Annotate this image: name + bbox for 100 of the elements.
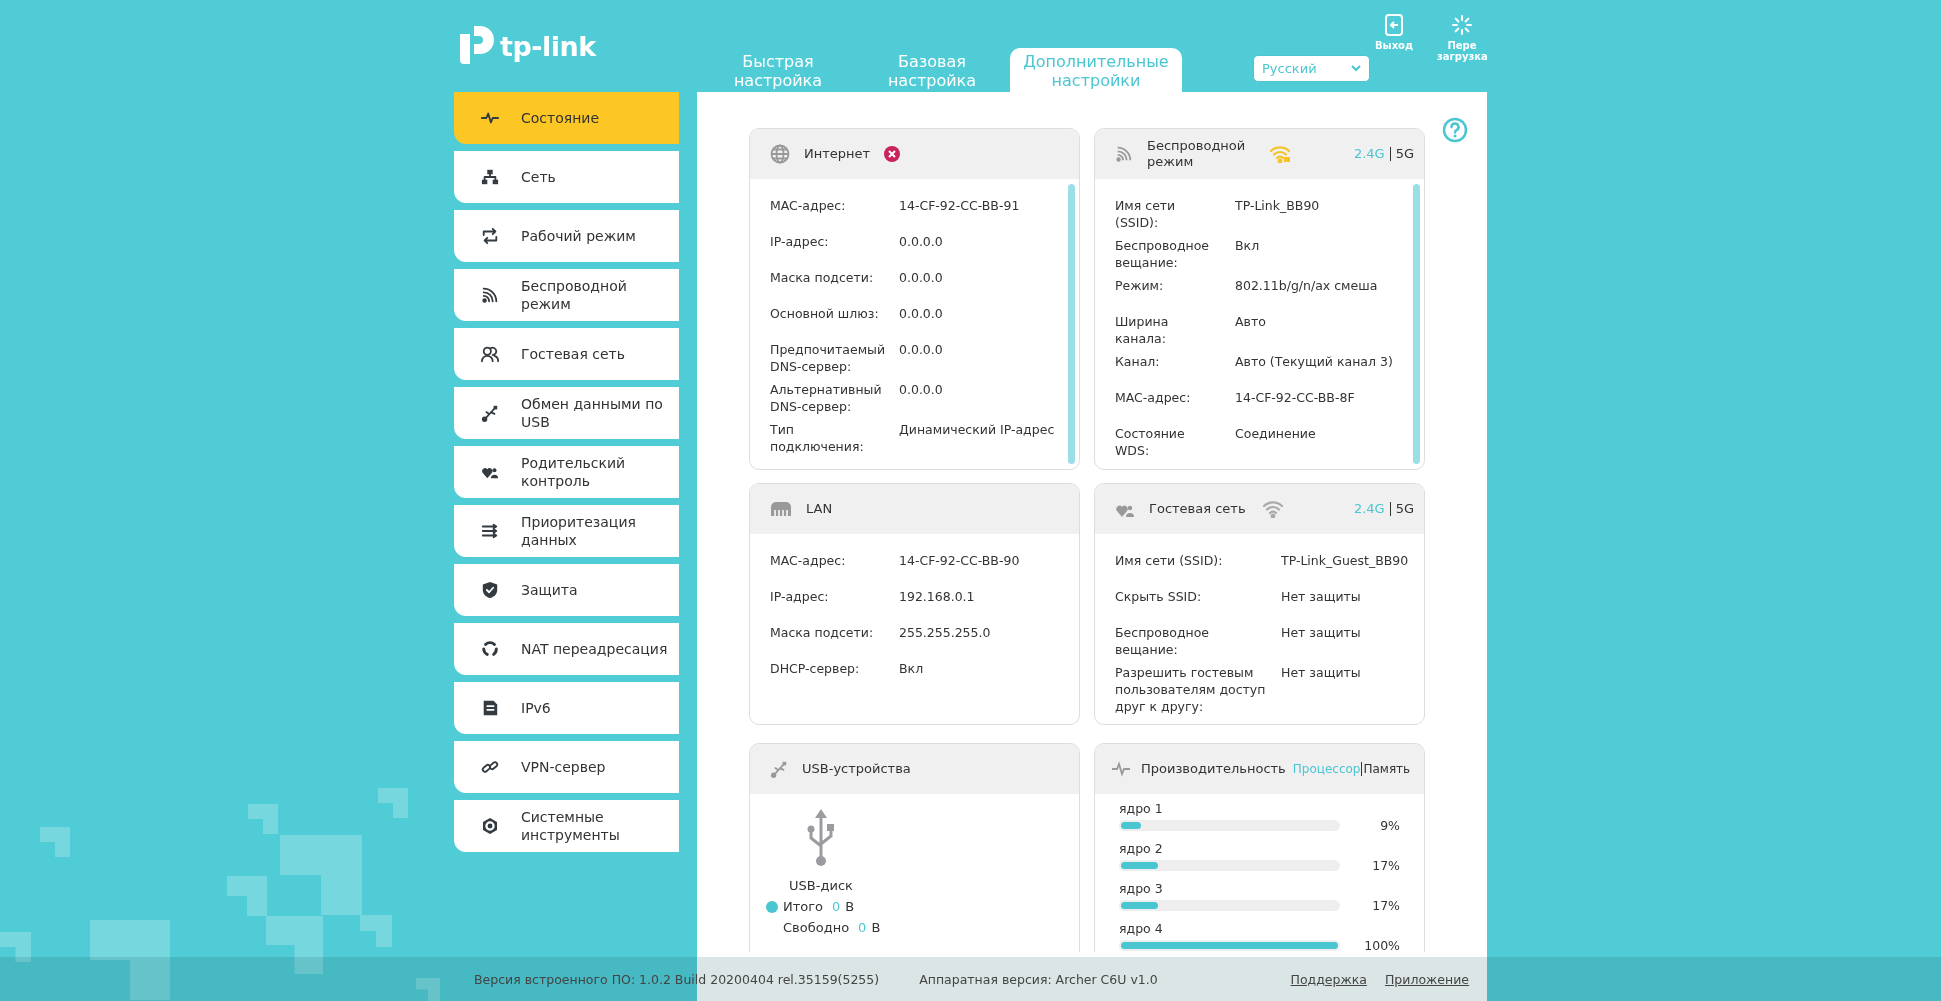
signal-icon: [481, 286, 499, 304]
footer-link[interactable]: Приложение: [1384, 971, 1469, 987]
link-icon: [481, 758, 499, 776]
stat-label: Свободно: [783, 920, 850, 935]
field-label: Скрыть SSID:: [1115, 588, 1203, 606]
field-value: 0.0.0.0: [899, 233, 944, 251]
footer-link[interactable]: Поддержка: [1290, 971, 1367, 987]
usage-reading: 100%: [1363, 937, 1400, 952]
card-title: Беспроводной режим: [1147, 138, 1247, 170]
refresh-icon: [481, 640, 499, 658]
usb-icon: [481, 404, 499, 422]
field-value: 0.0.0.0: [899, 341, 944, 359]
core-label: ядро 2: [1119, 841, 1164, 857]
field-value: 0.0.0.0: [899, 269, 944, 287]
field-value: 14-CF-92-CC-BB-91: [899, 197, 1021, 215]
list-arrows-icon: [481, 522, 499, 540]
card-title: Гостевая сеть: [1149, 501, 1246, 517]
field-value: 14-CF-92-CC-BB-90: [899, 552, 1021, 570]
usage-reading: 17%: [1371, 857, 1400, 873]
device-name: USB-диск: [789, 878, 853, 893]
sidebar-item[interactable]: Обмен данными по USB: [454, 387, 679, 439]
settings-icon: [481, 817, 499, 835]
field-label: Режим:: [1115, 277, 1165, 295]
card-title: Интернет: [804, 146, 871, 162]
field-label: Канал:: [1115, 353, 1161, 371]
sidebar-item[interactable]: Защита: [454, 564, 679, 616]
network-icon: [481, 168, 499, 186]
sidebar-item[interactable]: Рабочий режим: [454, 210, 679, 262]
field-value: 192.168.0.1: [899, 588, 976, 606]
field-value: Авто: [1235, 313, 1267, 331]
core-label: ядро 3: [1119, 881, 1164, 897]
usb-icon: [770, 760, 788, 778]
legend-dot: [766, 900, 778, 913]
scrollbar[interactable]: [1068, 184, 1075, 464]
help-icon[interactable]: [1442, 117, 1468, 143]
field-label: Альтернативный DNS-сервер:: [770, 381, 882, 415]
stat-value: 0: [832, 899, 841, 914]
logo-text: tp-link: [500, 30, 596, 62]
sidebar-item[interactable]: VPN-сервер: [454, 741, 679, 793]
field-label: MAC-адрес:: [770, 197, 847, 215]
field-value: TP-Link_Guest_BB90: [1281, 552, 1410, 570]
stat-label: Итого: [783, 899, 824, 914]
field-label: MAC-адрес:: [770, 552, 847, 570]
field-value: Соединение: [1235, 425, 1317, 443]
scrollbar[interactable]: [1413, 184, 1420, 464]
performance-tab[interactable]: Память: [1361, 762, 1412, 776]
field-value: 14-CF-92-CC-BB-8F: [1235, 389, 1356, 407]
arrows-icon: [481, 227, 499, 245]
sidebar-item[interactable]: Родительский контроль: [454, 446, 679, 498]
stat-value: 0: [858, 920, 867, 935]
shield-icon: [481, 581, 499, 599]
field-value: Авто (Текущий канал 3): [1235, 353, 1394, 371]
sidebar-item[interactable]: Приоритезация данных: [454, 505, 679, 557]
field-value: Нет защиты: [1281, 624, 1362, 642]
sidebar-item[interactable]: Системные инструменты: [454, 800, 679, 852]
field-value: 0.0.0.0: [899, 305, 944, 323]
sidebar-item[interactable]: Состояние: [454, 92, 679, 144]
field-label: Беспроводное вещание:: [1115, 624, 1211, 658]
switch-icon: [770, 501, 792, 517]
card-title: Производительность: [1141, 761, 1286, 777]
field-label: DHCP-сервер:: [770, 660, 861, 678]
field-label: IP-адрес:: [770, 233, 830, 251]
field-label: Разрешить гостевым пользователям доступ друг к другу:: [1115, 664, 1267, 715]
field-value: Вкл: [899, 660, 925, 678]
usage-reading: 9%: [1379, 817, 1400, 833]
field-label: Беспроводное вещание:: [1115, 237, 1211, 271]
field-label: Ширина канала:: [1115, 313, 1170, 347]
field-label: Маска подсети:: [770, 624, 875, 642]
usage-reading: 17%: [1371, 897, 1400, 913]
card-title: USB-устройства: [802, 761, 911, 777]
signal-icon: [1115, 145, 1133, 163]
field-value: Нет защиты: [1281, 588, 1362, 606]
field-label: MAC-адрес:: [1115, 389, 1192, 407]
field-value: TP-Link_BB90: [1235, 197, 1321, 215]
usb-icon: [806, 808, 836, 868]
hardware-version: Аппаратная версия: Archer C6U v1.0: [919, 971, 1158, 987]
field-label: Основной шлюз:: [770, 305, 880, 323]
loading-icon: [1451, 14, 1473, 36]
sidebar-item[interactable]: Сеть: [454, 151, 679, 203]
globe-icon: [770, 144, 790, 164]
field-value: Вкл: [1235, 237, 1261, 255]
field-label: Тип подключения:: [770, 421, 865, 455]
sidebar-item[interactable]: Гостевая сеть: [454, 328, 679, 380]
field-label: Состояние WDS:: [1115, 425, 1186, 459]
field-value: 802.11b/g/n/ax смеша: [1235, 277, 1379, 295]
field-label: Маска подсети:: [770, 269, 875, 287]
band-link[interactable]: 5G: [1389, 502, 1414, 516]
field-label: Имя сети (SSID):: [1115, 552, 1224, 570]
card-title: LAN: [806, 501, 833, 517]
sidebar-item[interactable]: Беспроводной режим: [454, 269, 679, 321]
sidebar-item[interactable]: NAT переадресация: [454, 623, 679, 675]
stat-unit: В: [871, 920, 881, 935]
pulse-icon: [1111, 761, 1131, 777]
field-value: Нет защиты: [1281, 664, 1362, 682]
field-value: Динамический IP-адрес: [899, 421, 1056, 439]
band-link[interactable]: 5G: [1389, 147, 1414, 161]
core-label: ядро 4: [1119, 921, 1164, 937]
field-label: Предпочитаемый DNS-сервер:: [770, 341, 882, 375]
document-icon: [481, 699, 499, 717]
sidebar-item[interactable]: IPv6: [454, 682, 679, 734]
